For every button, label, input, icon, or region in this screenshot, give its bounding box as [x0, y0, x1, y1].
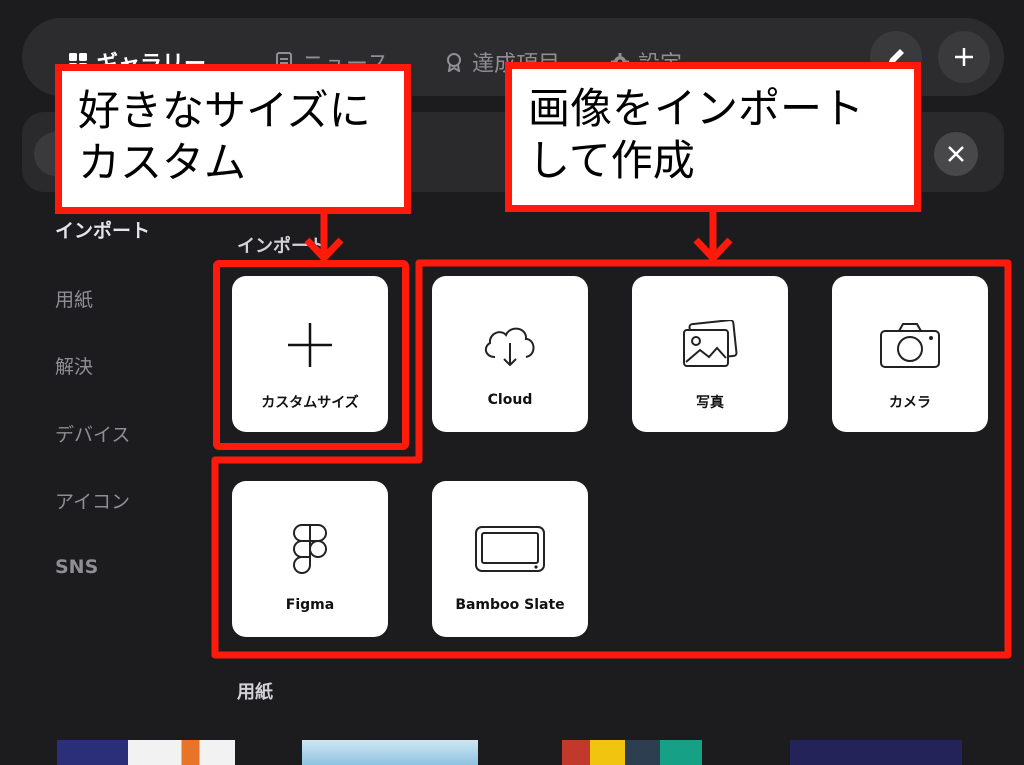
close-button[interactable] [934, 132, 978, 176]
sidebar-item-paper[interactable]: 用紙 [55, 285, 93, 312]
highlight-import-group [211, 259, 1012, 659]
plus-icon [955, 48, 973, 66]
sidebar-item-device[interactable]: デバイス [55, 420, 130, 447]
callout-custom-size-line1: 好きなサイズに [78, 86, 371, 135]
paper-thumbnail-1[interactable] [57, 740, 235, 765]
paper-thumbnail-3[interactable] [562, 740, 702, 765]
callout-import-line1: 画像をインポート [528, 84, 865, 133]
badge-icon [447, 53, 461, 72]
sidebar-item-resolution[interactable]: 解決 [55, 352, 93, 379]
arrow-down-left [304, 212, 344, 264]
arrow-down-right [693, 212, 733, 264]
sidebar-item-import[interactable]: インポート [55, 216, 150, 243]
callout-import-image: 画像をインポート して作成 [505, 62, 921, 212]
add-button[interactable] [938, 31, 990, 83]
sidebar-item-sns[interactable]: SNS [55, 556, 98, 578]
callout-custom-size-line2: カスタム [78, 138, 247, 187]
callout-import-line2: して作成 [528, 136, 695, 185]
sidebar-item-icon[interactable]: アイコン [55, 487, 130, 514]
paper-thumbnail-2[interactable] [302, 740, 478, 765]
section-label-paper: 用紙 [237, 682, 273, 703]
paper-thumbnail-4[interactable] [790, 740, 962, 765]
callout-custom-size: 好きなサイズに カスタム [55, 64, 411, 214]
close-icon [948, 146, 964, 162]
